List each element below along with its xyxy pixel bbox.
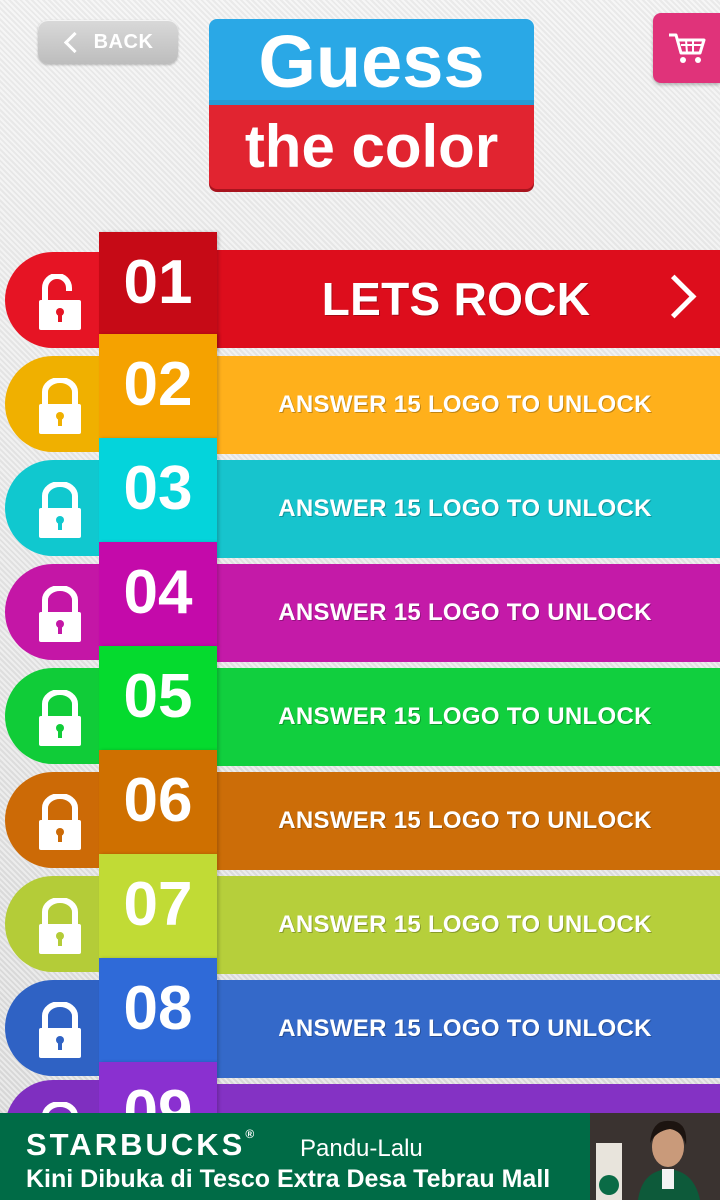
level-bar[interactable]: ANSWER 15 LOGO TO UNLOCK <box>210 356 720 454</box>
level-number-text: 06 <box>123 766 193 835</box>
ad-brand: STARBUCKS® <box>26 1127 254 1163</box>
level-label: ANSWER 15 LOGO TO UNLOCK <box>278 911 652 938</box>
ad-brand-text: STARBUCKS <box>26 1127 246 1162</box>
level-bar[interactable]: ANSWER 15 LOGO TO UNLOCK <box>210 460 720 558</box>
ad-photo <box>590 1113 720 1200</box>
level-number-text: 07 <box>123 870 193 939</box>
lock-icon <box>39 898 81 954</box>
level-bar[interactable]: ANSWER 15 LOGO TO UNLOCK <box>210 876 720 974</box>
lock-icon <box>39 378 81 434</box>
ad-tagline: Kini Dibuka di Tesco Extra Desa Tebrau M… <box>26 1165 551 1193</box>
chevron-right-icon <box>652 274 697 319</box>
level-label: ANSWER 15 LOGO TO UNLOCK <box>278 703 652 730</box>
level-number-text: 05 <box>123 662 193 731</box>
level-label: LETS ROCK <box>321 273 591 325</box>
barista-image <box>590 1113 720 1200</box>
level-number: 05 <box>99 646 217 750</box>
ad-banner[interactable]: STARBUCKS® Pandu-Lalu Kini Dibuka di Tes… <box>0 1113 720 1200</box>
ad-location: Pandu-Lalu <box>300 1135 423 1162</box>
lock-icon <box>39 1002 81 1058</box>
level-list: LETS ROCK 01 ANSWER 15 LOGO TO UNLOCK 02 <box>0 0 720 1200</box>
level-number-text: 01 <box>123 248 193 317</box>
level-label: ANSWER 15 LOGO TO UNLOCK <box>278 599 652 626</box>
level-bar[interactable]: LETS ROCK <box>210 250 720 348</box>
level-number: 07 <box>99 854 217 958</box>
level-label: ANSWER 15 LOGO TO UNLOCK <box>278 807 652 834</box>
unlocked-lock-icon <box>39 274 81 330</box>
level-label: ANSWER 15 LOGO TO UNLOCK <box>278 495 652 522</box>
level-bar[interactable]: ANSWER 15 LOGO TO UNLOCK <box>210 980 720 1078</box>
level-label: ANSWER 15 LOGO TO UNLOCK <box>278 1015 652 1042</box>
level-number: 03 <box>99 438 217 542</box>
level-bar[interactable]: ANSWER 15 LOGO TO UNLOCK <box>210 668 720 766</box>
level-number-text: 03 <box>123 454 193 523</box>
ad-registered-mark: ® <box>245 1127 255 1141</box>
level-number-text: 04 <box>123 558 193 627</box>
level-number: 02 <box>99 334 217 438</box>
level-number: 01 <box>99 232 217 350</box>
level-number: 06 <box>99 750 217 854</box>
lock-icon <box>39 690 81 746</box>
level-number: 04 <box>99 542 217 646</box>
level-bar[interactable]: ANSWER 15 LOGO TO UNLOCK <box>210 772 720 870</box>
level-number-text: 02 <box>123 350 193 419</box>
lock-icon <box>39 794 81 850</box>
level-bar[interactable]: ANSWER 15 LOGO TO UNLOCK <box>210 564 720 662</box>
level-number-text: 08 <box>123 974 193 1043</box>
level-label: ANSWER 15 LOGO TO UNLOCK <box>278 391 652 418</box>
lock-icon <box>39 482 81 538</box>
lock-icon <box>39 586 81 642</box>
level-number: 08 <box>99 958 217 1062</box>
